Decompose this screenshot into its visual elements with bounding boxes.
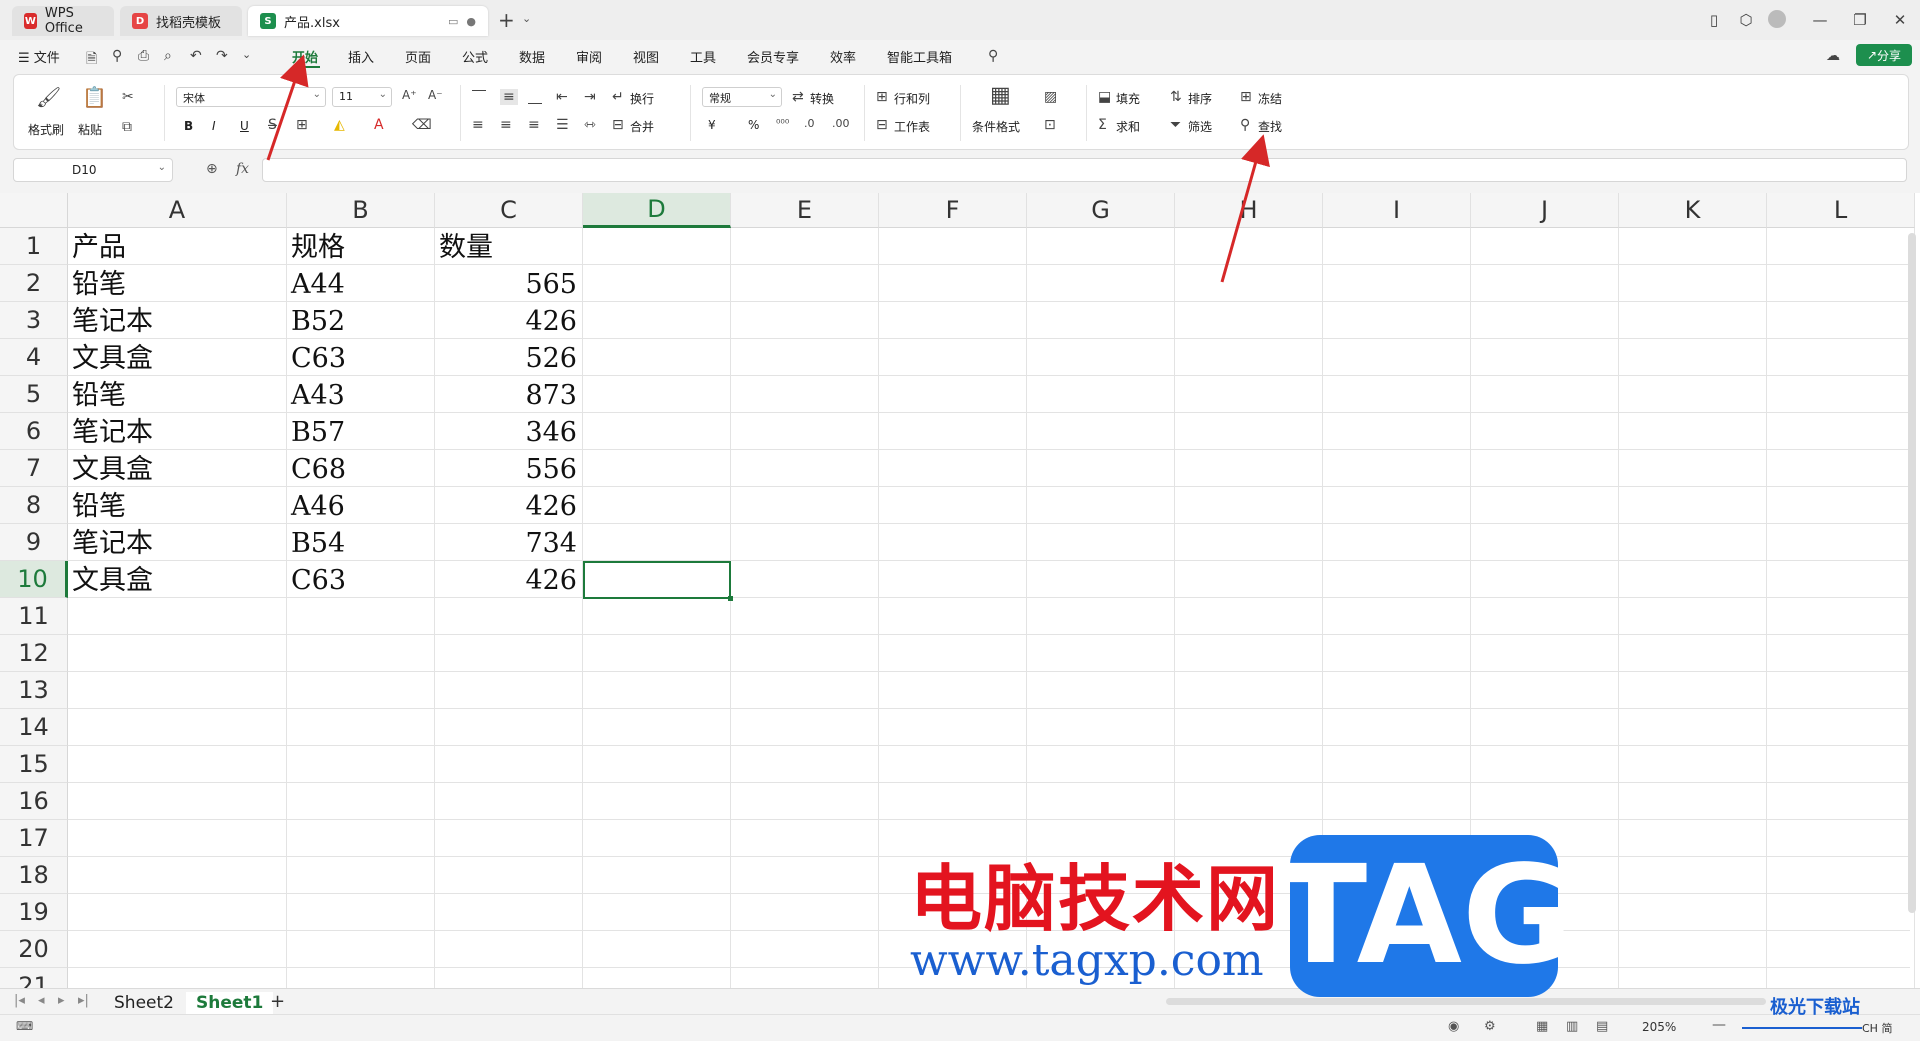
arrow-to-home-tab xyxy=(266,54,309,161)
annotation-arrows xyxy=(266,54,1270,283)
arrow-to-find-button xyxy=(1220,134,1270,283)
